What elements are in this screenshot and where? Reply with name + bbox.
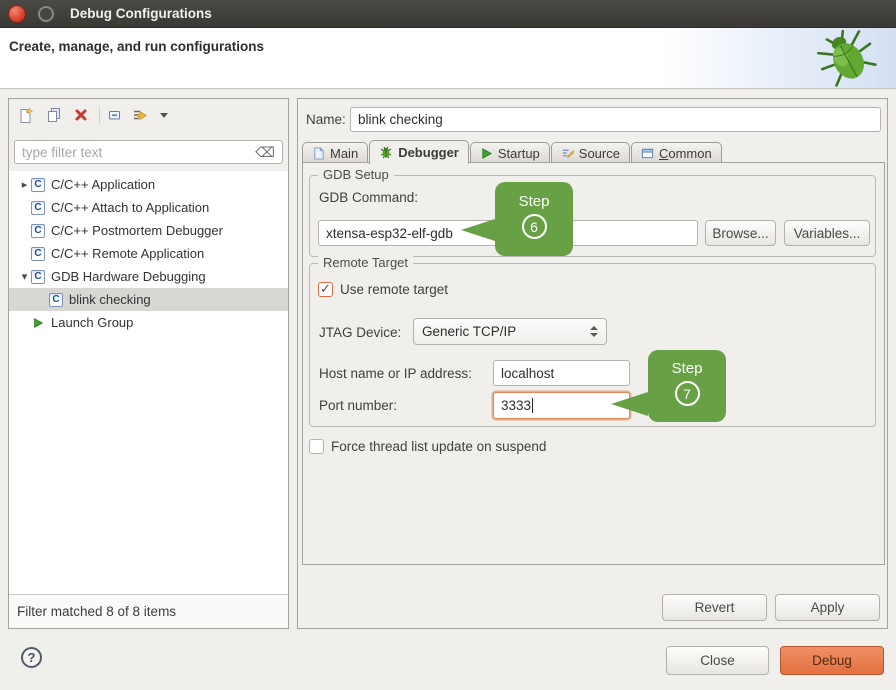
force-thread-checkbox[interactable]: Force thread list update on suspend [309,439,546,454]
source-icon [561,147,574,160]
checkbox-unchecked-icon[interactable] [309,439,324,454]
tree-item-label: C/C++ Application [51,177,155,192]
tab-debugger[interactable]: Debugger [369,140,469,164]
help-button[interactable]: ? [21,647,42,668]
revert-button[interactable]: Revert [662,594,767,621]
tree-item-cpp-remote[interactable]: C/C++ Remote Application [9,242,288,265]
gdb-setup-group: GDB Setup GDB Command: xtensa-esp32-elf-… [309,175,876,257]
c-config-icon [31,224,45,238]
tree-item-label: C/C++ Remote Application [51,246,204,261]
configuration-editor: Name: blink checking Main Debugger Start… [297,98,888,629]
c-config-icon [31,178,45,192]
tree-item-label: C/C++ Attach to Application [51,200,209,215]
text-cursor [532,398,533,413]
c-config-icon [31,201,45,215]
debug-configurations-dialog: Debug Configurations Create, manage, and… [0,0,896,690]
bug-icon [379,145,393,159]
tree-item-label: blink checking [69,292,151,307]
host-input[interactable]: localhost [493,360,630,386]
duplicate-configuration-icon[interactable] [44,105,64,125]
filter-status: Filter matched 8 of 8 items [9,594,288,628]
toolbar-menu-chevron-icon[interactable] [154,105,174,125]
filter-placeholder: type filter text [22,145,102,160]
maximize-window-icon[interactable] [38,6,54,22]
window-icon [641,147,654,160]
name-input[interactable]: blink checking [350,107,881,132]
configurations-sidebar: type filter text ⌫ C/C++ Application C/C… [8,98,289,629]
step-6-callout: Step 6 [495,182,573,256]
variables-button[interactable]: Variables... [784,220,870,246]
tree-item-label: GDB Hardware Debugging [51,269,206,284]
sidebar-toolbar [9,104,288,126]
tree-item-gdb-hardware[interactable]: GDB Hardware Debugging [9,265,288,288]
step-number-badge: 6 [522,214,547,239]
delete-configuration-icon[interactable] [71,105,91,125]
name-label: Name: [306,112,346,127]
tab-main[interactable]: Main [302,142,368,163]
debug-button[interactable]: Debug [780,646,884,675]
browse-button[interactable]: Browse... [705,220,776,246]
c-config-icon [49,293,63,307]
editor-tabs: Main Debugger Startup Source Common [302,139,723,163]
group-legend: GDB Setup [318,167,394,182]
step-7-callout-arrow [611,392,648,416]
window-title: Debug Configurations [70,6,212,21]
close-button[interactable]: Close [666,646,769,675]
apply-button[interactable]: Apply [775,594,880,621]
tab-source[interactable]: Source [551,142,630,163]
filter-input[interactable]: type filter text ⌫ [14,140,283,164]
tree-item-cpp-application[interactable]: C/C++ Application [9,173,288,196]
close-window-icon[interactable] [8,5,26,23]
tree-item-cpp-attach[interactable]: C/C++ Attach to Application [9,196,288,219]
configuration-tree: C/C++ Application C/C++ Attach to Applic… [9,173,288,334]
launch-group-icon [31,316,45,330]
tab-common[interactable]: Common [631,142,722,163]
tab-startup[interactable]: Startup [470,142,550,163]
clear-filter-icon[interactable]: ⌫ [255,144,275,161]
checkbox-checked-icon[interactable] [318,282,333,297]
port-label: Port number: [319,398,397,413]
expander-collapsed-icon[interactable] [18,178,31,191]
group-legend: Remote Target [318,255,413,270]
tree-item-launch-group[interactable]: Launch Group [9,311,288,334]
step-number-badge: 7 [675,381,700,406]
play-icon [480,147,493,160]
expander-expanded-icon[interactable] [18,270,31,283]
c-config-icon [31,270,45,284]
tree-item-blink-checking[interactable]: blink checking [9,288,288,311]
port-input[interactable]: 3333 [493,392,630,419]
c-config-icon [31,247,45,261]
use-remote-target-checkbox[interactable]: Use remote target [318,282,448,297]
document-icon [312,147,325,160]
tree-item-cpp-postmortem[interactable]: C/C++ Postmortem Debugger [9,219,288,242]
titlebar[interactable]: Debug Configurations [0,0,896,28]
dialog-subtitle: Create, manage, and run configurations [9,39,264,54]
jtag-device-label: JTAG Device: [319,325,401,340]
gdb-command-label: GDB Command: [319,190,418,205]
jtag-device-select[interactable]: Generic TCP/IP [413,318,607,345]
tree-item-label: Launch Group [51,315,133,330]
toolbar-separator [99,107,100,124]
remote-target-group: Remote Target Use remote target JTAG Dev… [309,263,876,427]
step-7-callout: Step 7 [648,350,726,422]
tree-item-label: C/C++ Postmortem Debugger [51,223,223,238]
host-label: Host name or IP address: [319,366,472,381]
dialog-header: Create, manage, and run configurations [0,28,896,89]
collapse-all-icon[interactable] [104,105,124,125]
new-configuration-icon[interactable] [16,105,36,125]
debugger-tab-content: GDB Setup GDB Command: xtensa-esp32-elf-… [302,162,885,565]
step-6-callout-arrow [461,219,495,241]
filter-configurations-icon[interactable] [130,105,150,125]
spinner-icon[interactable] [590,326,598,337]
beetle-icon [812,30,884,91]
